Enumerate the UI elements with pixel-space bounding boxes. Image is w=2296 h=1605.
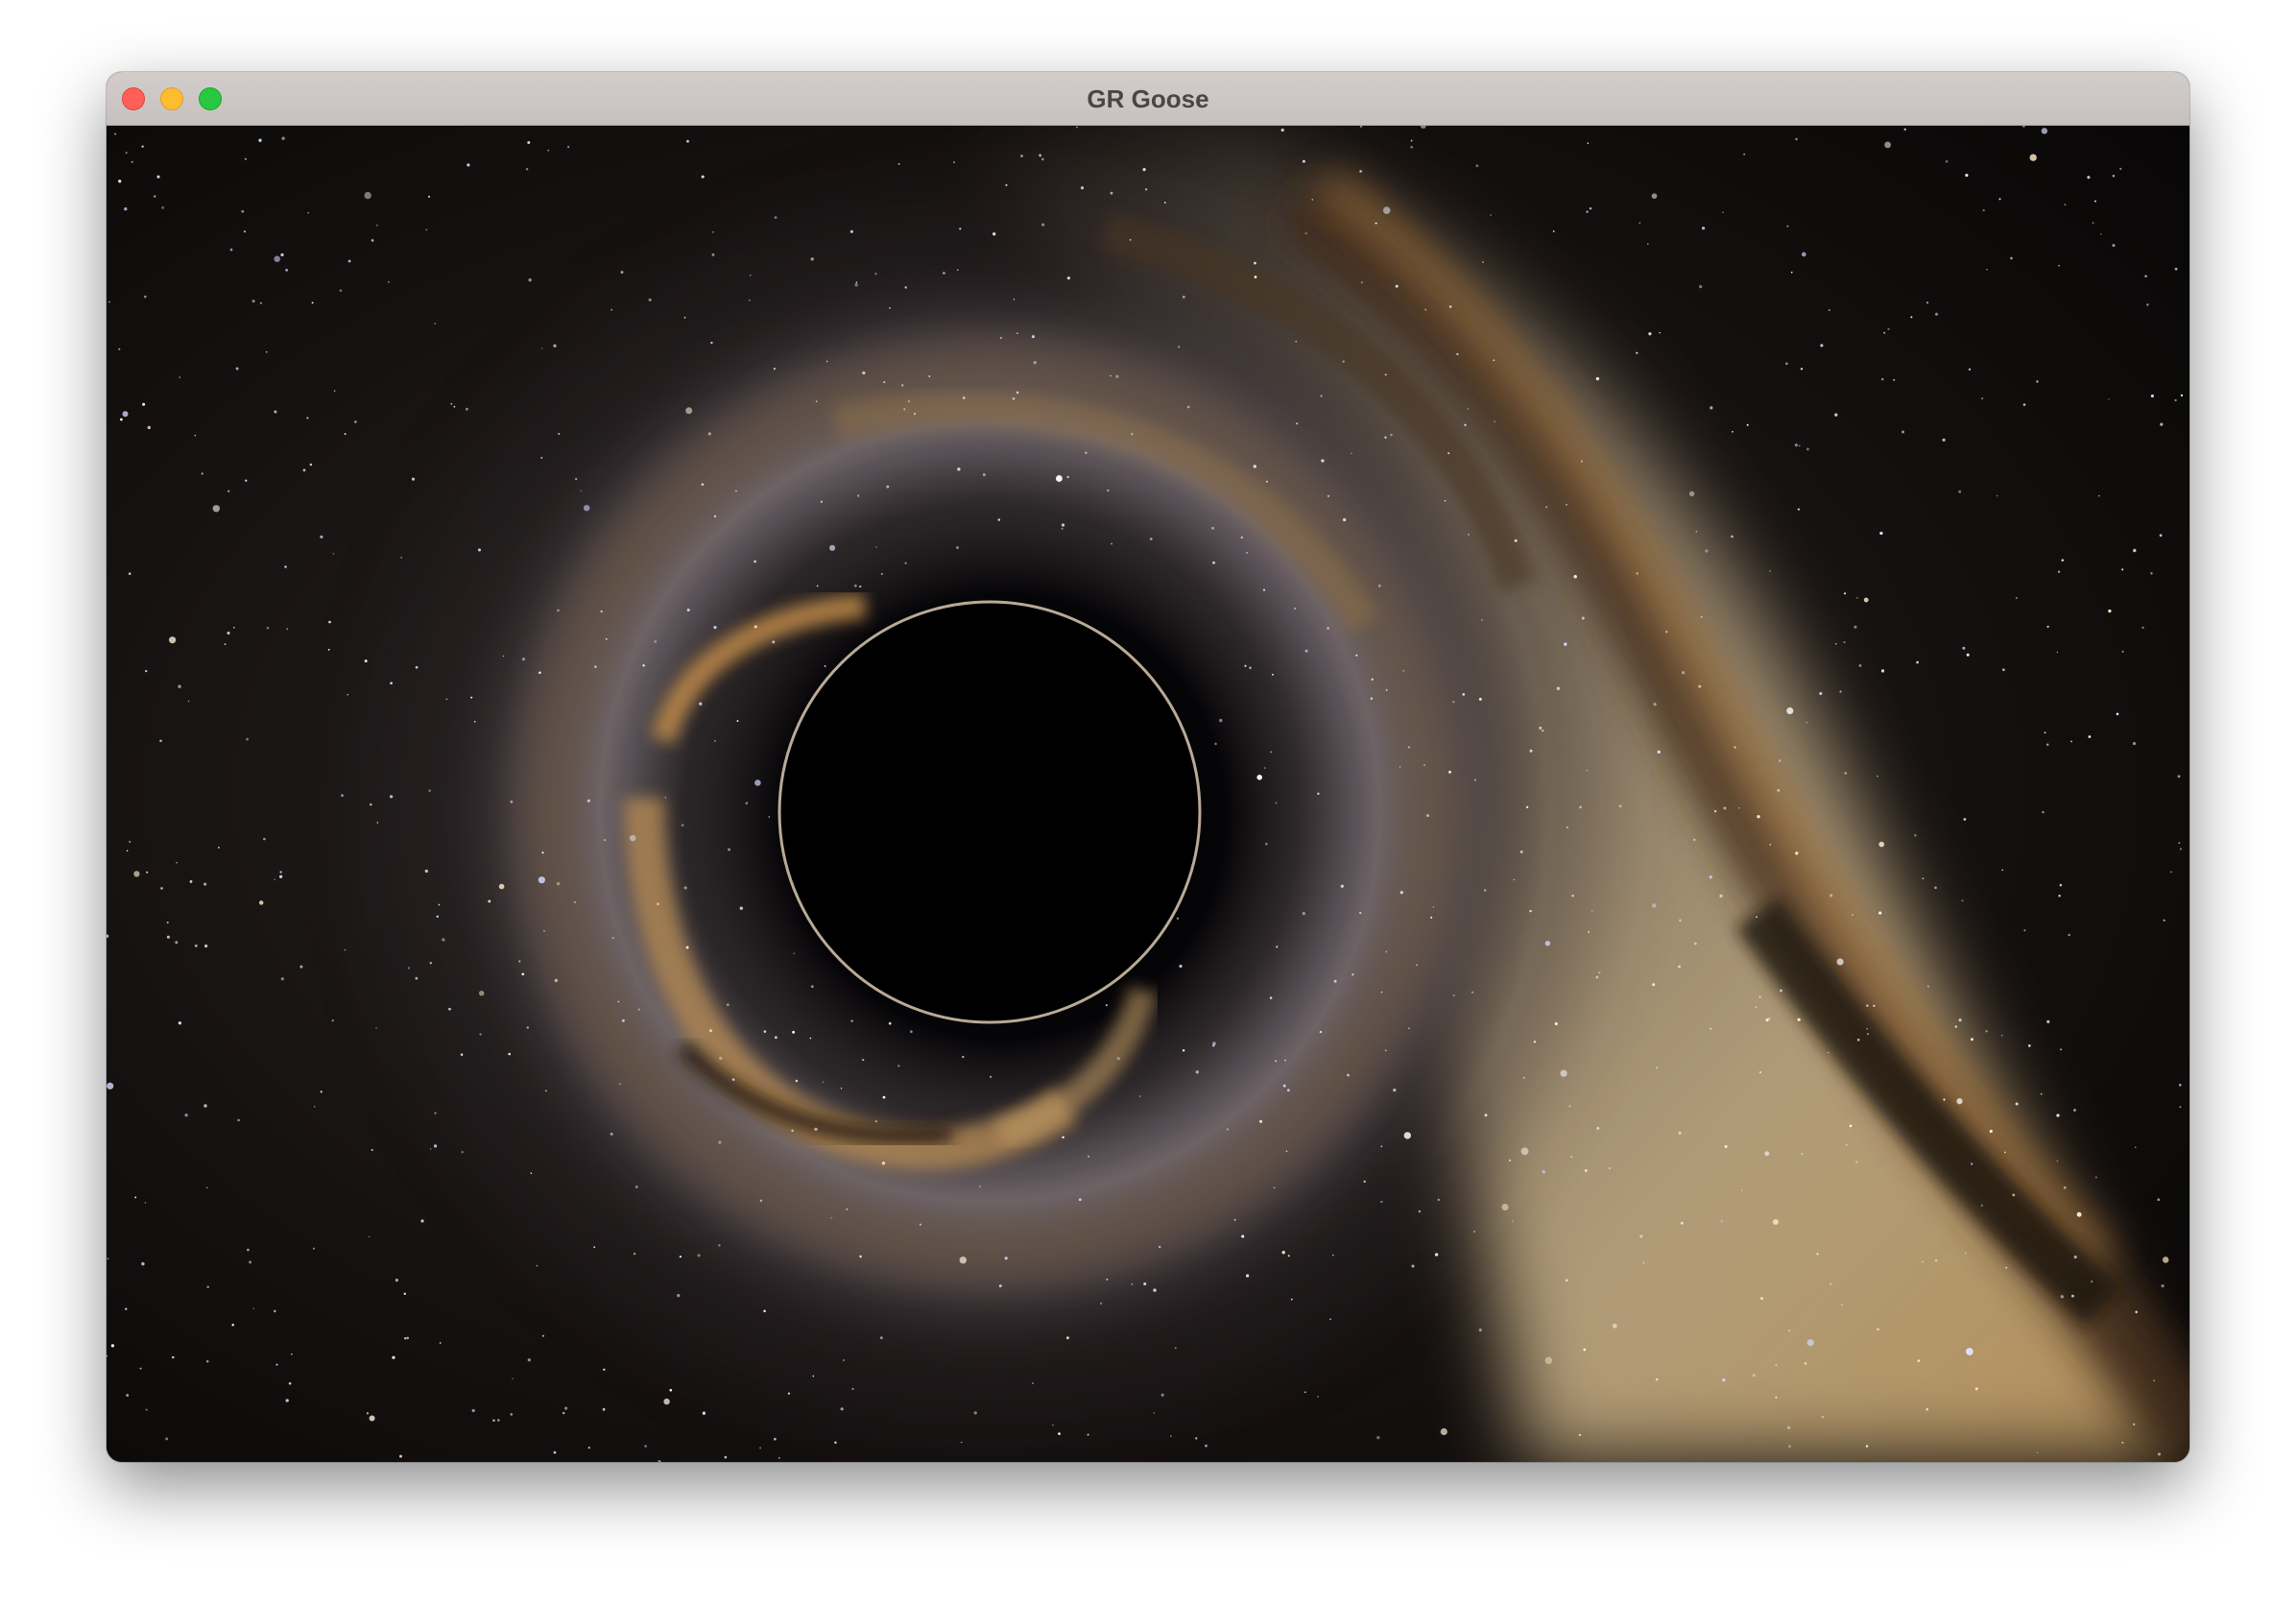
black-hole-render [107,126,2189,1462]
title-bar[interactable]: GR Goose [107,72,2189,126]
app-window: GR Goose [107,72,2189,1462]
render-viewport[interactable] [107,126,2189,1462]
window-title: GR Goose [1087,84,1209,113]
